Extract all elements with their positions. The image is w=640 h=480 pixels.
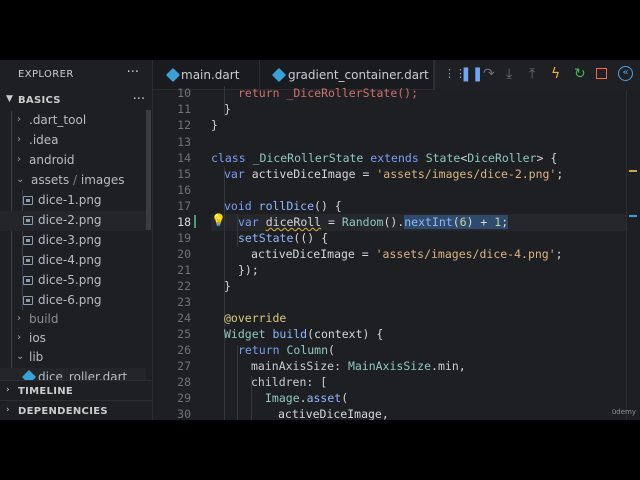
chevron-right-icon: › [17, 332, 21, 343]
code-area[interactable]: return _DiceRollerState(); } } class _Di… [211, 86, 626, 420]
code-line-14: class _DiceRollerState extends State<Dic… [211, 151, 558, 165]
code-line-22: } [224, 279, 231, 293]
line-number-gutter: 10 11 12 13 14 15 16 17 18 19 20 21 22 2… [177, 86, 191, 420]
timeline-label: TIMELINE [18, 386, 74, 397]
section-basics[interactable]: ▼ BASICS ··· [0, 91, 152, 111]
restart-icon[interactable]: ↻ [574, 65, 586, 83]
code-line-28: children: [ [251, 375, 328, 389]
code-line-24: @override [224, 311, 287, 325]
code-line-30: activeDiceImage, [278, 407, 389, 420]
tree-file-dice-2[interactable]: dice-2.png [0, 211, 146, 231]
code-line-10: return _DiceRollerState(); [238, 86, 419, 100]
dependencies-label: DEPENDENCIES [18, 406, 108, 417]
tree-folder-ios[interactable]: › ios [0, 329, 146, 349]
code-line-29: Image.asset( [265, 391, 349, 405]
section-dependencies[interactable]: › DEPENDENCIES [0, 400, 152, 420]
code-line-27: mainAxisSize: MainAxisSize.min, [251, 359, 466, 373]
image-file-icon [23, 196, 33, 205]
explorer-more-icon[interactable]: ··· [127, 65, 139, 80]
code-line-17: void rollDice() { [224, 199, 342, 213]
code-line-11: } [224, 102, 231, 116]
chevron-down-icon: ⌄ [16, 351, 25, 362]
ide-window: EXPLORER ··· ▼ BASICS ··· › .dart_tool ›… [0, 60, 640, 420]
code-line-26: return Column( [238, 343, 335, 357]
section-basics-label: BASICS [18, 95, 61, 106]
chevron-right-icon: › [6, 405, 10, 415]
tree-file-dice-1[interactable]: dice-1.png [0, 191, 146, 211]
image-file-icon [23, 256, 33, 265]
section-more-icon[interactable]: ··· [133, 92, 145, 107]
chevron-right-icon: › [17, 114, 21, 125]
code-line-25: Widget build(context) { [224, 327, 384, 341]
scrollbar-marker [629, 170, 637, 172]
tree-folder-dart-tool[interactable]: › .dart_tool [0, 111, 146, 131]
editor-scrollbar[interactable] [626, 90, 640, 420]
tree-folder-assets-images[interactable]: ⌄ assets / images [0, 171, 146, 191]
explorer-sidebar: EXPLORER ··· ▼ BASICS ··· › .dart_tool ›… [0, 60, 153, 420]
code-line-19: setState(() { [238, 231, 329, 245]
explorer-title: EXPLORER [18, 69, 74, 80]
lightbulb-icon[interactable]: 💡 [211, 213, 226, 227]
code-line-12: } [211, 118, 218, 132]
chevron-down-icon: ⌄ [16, 174, 25, 185]
dart-file-icon [271, 67, 287, 83]
code-editor: main.dart gradient_container.dart ⋮⋮ ❚❚ … [153, 60, 640, 420]
hot-reload-icon[interactable]: ϟ [551, 65, 560, 83]
code-line-20: activeDiceImage = 'assets/images/dice-4.… [251, 247, 563, 261]
sidebar-scrollbar[interactable] [146, 110, 151, 230]
pause-icon[interactable]: ❚❚ [460, 65, 483, 83]
image-file-icon [23, 276, 33, 285]
tree-folder-idea[interactable]: › .idea [0, 131, 146, 151]
step-into-icon[interactable]: ⤓ [506, 65, 512, 83]
image-file-icon [23, 236, 33, 245]
debug-toolbar: ⋮⋮ ❚❚ ↷ ⤓ ⤒ ϟ ↻ « [434, 60, 640, 90]
chevron-right-icon: › [17, 134, 21, 145]
tree-folder-build[interactable]: › build [0, 310, 146, 330]
devtools-icon[interactable]: « [618, 66, 633, 81]
chevron-right-icon: › [17, 313, 21, 324]
tree-folder-android[interactable]: › android [0, 151, 146, 171]
code-line-18: var diceRoll = Random().nextInt(6) + 1; [238, 215, 509, 229]
explorer-header: EXPLORER ··· [0, 60, 152, 90]
chevron-right-icon: › [17, 154, 21, 165]
udemy-watermark: ūdemy [611, 408, 636, 416]
tree-file-dice-4[interactable]: dice-4.png [0, 251, 146, 271]
scrollbar-marker [629, 215, 637, 217]
image-file-icon [23, 216, 33, 225]
stop-icon[interactable] [596, 68, 607, 79]
code-line-15: var activeDiceImage = 'assets/images/dic… [224, 167, 564, 181]
dart-file-icon [165, 67, 181, 83]
tree-file-dice-3[interactable]: dice-3.png [0, 231, 146, 251]
code-line-21: }); [238, 263, 259, 277]
chevron-right-icon: › [6, 385, 10, 395]
modified-line-marker [194, 215, 196, 228]
tree-folder-lib[interactable]: ⌄ lib [0, 348, 146, 368]
step-out-icon[interactable]: ⤒ [529, 65, 535, 83]
image-file-icon [23, 296, 33, 305]
tree-file-dice-5[interactable]: dice-5.png [0, 271, 146, 291]
chevron-down-icon: ▼ [6, 94, 13, 104]
section-timeline[interactable]: › TIMELINE [0, 380, 152, 400]
tree-file-dice-6[interactable]: dice-6.png [0, 291, 146, 311]
step-over-icon[interactable]: ↷ [483, 65, 495, 83]
